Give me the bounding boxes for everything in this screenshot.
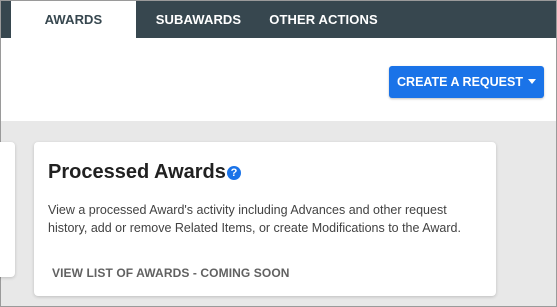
previous-card-edge xyxy=(0,142,15,277)
caret-down-icon xyxy=(527,78,536,84)
processed-awards-card: Processed Awards ? View a processed Awar… xyxy=(34,142,496,296)
tab-awards[interactable]: AWARDS xyxy=(11,1,136,38)
card-description: View a processed Award's activity includ… xyxy=(48,203,461,235)
create-request-button[interactable]: CREATE A REQUEST xyxy=(389,66,544,98)
create-request-label: CREATE A REQUEST xyxy=(397,75,523,89)
card-title: Processed Awards xyxy=(48,161,226,183)
action-toolbar: CREATE A REQUEST xyxy=(1,38,556,121)
tab-subawards[interactable]: SUBAWARDS xyxy=(136,1,261,38)
top-navigation: AWARDS SUBAWARDS OTHER ACTIONS xyxy=(1,1,556,38)
tab-other-actions[interactable]: OTHER ACTIONS xyxy=(261,1,386,38)
view-list-of-awards-link[interactable]: VIEW LIST OF AWARDS - COMING SOON xyxy=(52,266,290,280)
help-icon[interactable]: ? xyxy=(227,166,241,180)
